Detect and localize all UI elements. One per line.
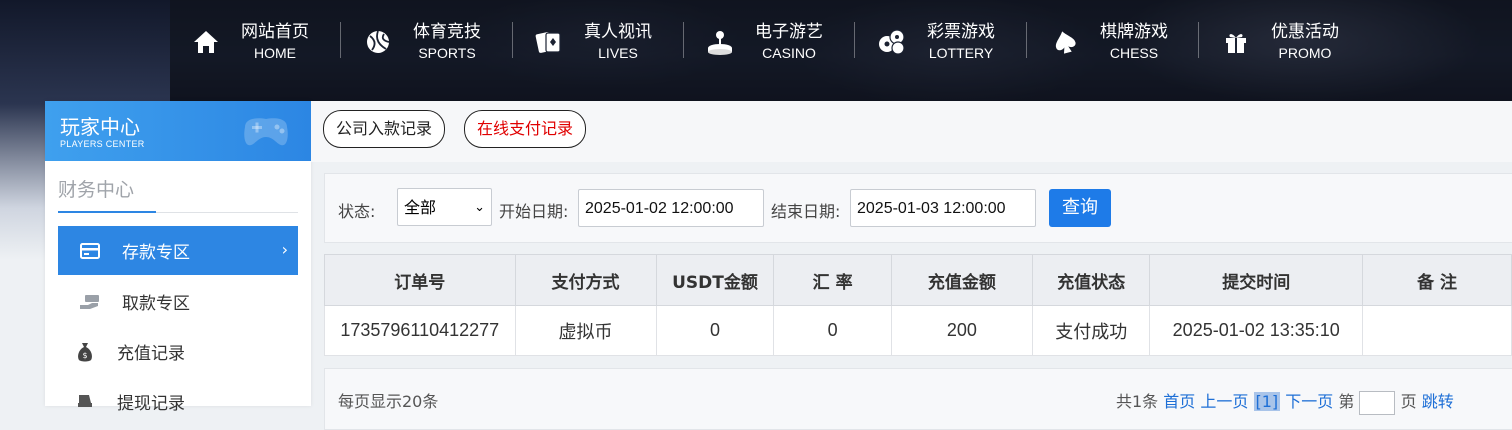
per-page-text: 每页显示20条 (338, 392, 439, 411)
remark-cell (1362, 305, 1512, 356)
nav-item-chess[interactable]: 棋牌游戏 CHESS (1050, 18, 1168, 66)
first-page-link[interactable]: 首页 (1163, 392, 1195, 411)
nav-sublabel: PROMO (1278, 45, 1332, 61)
payment-method-cell: 虚拟币 (514, 305, 657, 356)
sidebar-item-deposit[interactable]: 存款专区 › (58, 226, 298, 275)
total-count: 共1条 (1116, 392, 1159, 411)
withdraw-icon (73, 390, 97, 414)
sidebar: 玩家中心 PLAYERS CENTER 财务中心 存款专区 › 取款专区 $ 充… (45, 101, 311, 414)
sidebar-header: 玩家中心 PLAYERS CENTER (45, 101, 311, 161)
column-header: 订单号 (324, 254, 516, 306)
spade-icon (1050, 27, 1080, 57)
start-date-input[interactable]: 2025-01-02 12:00:00 (578, 189, 764, 227)
nav-label: 网站首页 (241, 22, 309, 42)
pagination: 共1条 首页 上一页 [1] 下一页 第 页 跳转 (1116, 388, 1454, 415)
nav-item-promo[interactable]: 优惠活动 PROMO (1221, 18, 1339, 66)
sidebar-item-recharge-records[interactable]: $ 充值记录 (58, 327, 298, 376)
sidebar-section-title: 财务中心 (58, 179, 135, 201)
nav-sublabel: LIVES (598, 45, 638, 61)
column-header: 支付方式 (514, 254, 657, 306)
nav-divider (512, 22, 513, 58)
recharge-status-cell: 支付成功 (1032, 305, 1151, 356)
start-date-label: 开始日期: (499, 202, 569, 221)
sidebar-item-label: 充值记录 (117, 344, 185, 364)
jump-link[interactable]: 跳转 (1422, 392, 1454, 411)
goto-suffix: 页 (1400, 392, 1417, 411)
sidebar-item-label: 存款专区 (122, 243, 190, 263)
nav-divider (1026, 22, 1027, 58)
nav-item-sports[interactable]: 体育竞技 SPORTS (363, 18, 481, 66)
goto-prefix: 第 (1338, 392, 1355, 411)
prev-page-link[interactable]: 上一页 (1200, 392, 1248, 411)
table-row: 1735796110412277 虚拟币 0 0 200 支付成功 2025-0… (324, 305, 1512, 356)
records-table: 订单号 支付方式 USDT金额 汇 率 充值金额 充值状态 提交时间 备 注 1… (324, 254, 1512, 356)
sidebar-title: 玩家中心 (60, 115, 140, 139)
status-select[interactable]: 全部 ⌄ (397, 188, 492, 226)
nav-sublabel: CHESS (1109, 45, 1159, 61)
sidebar-subtitle: PLAYERS CENTER (60, 139, 145, 149)
money-bag-icon: $ (73, 340, 97, 364)
section-underline (58, 211, 156, 213)
submit-time-cell: 2025-01-02 13:35:10 (1149, 305, 1364, 356)
gamepad-icon (235, 107, 297, 159)
nav-label: 棋牌游戏 (1100, 22, 1168, 42)
nav-item-casino[interactable]: 电子游艺 CASINO (705, 18, 823, 66)
table-header-row: 订单号 支付方式 USDT金额 汇 率 充值金额 充值状态 提交时间 备 注 (324, 254, 1512, 306)
page-number-input[interactable] (1359, 390, 1396, 415)
nav-label: 体育竞技 (413, 22, 481, 42)
lottery-balls-icon (877, 27, 907, 57)
sidebar-item-withdraw[interactable]: 取款专区 (58, 277, 298, 326)
cash-hand-icon (78, 290, 102, 314)
ball-icon (363, 27, 393, 57)
current-page: [1] (1253, 392, 1281, 411)
nav-item-home[interactable]: 网站首页 HOME (191, 18, 309, 66)
column-header: 汇 率 (773, 254, 892, 306)
svg-text:$: $ (82, 351, 87, 360)
wallet-icon (78, 239, 102, 263)
chevron-right-icon: › (281, 240, 288, 259)
nav-label: 彩票游戏 (927, 22, 995, 42)
end-date-input[interactable]: 2025-01-03 12:00:00 (850, 189, 1036, 227)
nav-divider (854, 22, 855, 58)
nav-divider (1198, 22, 1199, 58)
nav-sublabel: LOTTERY (928, 45, 994, 61)
exchange-rate-cell: 0 (773, 305, 892, 356)
sidebar-item-label: 提现记录 (117, 394, 185, 414)
tab-online-payment-records[interactable]: 在线支付记录 (464, 110, 587, 148)
nav-item-lottery[interactable]: 彩票游戏 LOTTERY (877, 18, 995, 66)
tab-company-deposit-records[interactable]: 公司入款记录 (323, 110, 446, 148)
recharge-amount-cell: 200 (890, 305, 1034, 356)
nav-divider (683, 22, 684, 58)
order-number-cell: 1735796110412277 (324, 305, 516, 356)
cards-icon (534, 27, 564, 57)
sidebar-item-withdraw-records[interactable]: 提现记录 (58, 377, 298, 426)
usdt-amount-cell: 0 (655, 305, 775, 356)
status-label: 状态: (338, 202, 376, 221)
query-button[interactable]: 查询 (1049, 189, 1111, 227)
nav-sublabel: HOME (254, 45, 296, 61)
status-select-value: 全部 (404, 198, 437, 217)
nav-sublabel: CASINO (762, 45, 816, 61)
joystick-icon (705, 27, 735, 57)
end-date-label: 结束日期: (771, 202, 841, 221)
nav-sublabel: SPORTS (418, 45, 476, 61)
nav-label: 电子游艺 (755, 22, 823, 42)
column-header: 备 注 (1362, 254, 1512, 306)
nav-item-lives[interactable]: 真人视讯 LIVES (534, 18, 652, 66)
home-icon (191, 27, 221, 57)
column-header: 充值金额 (890, 254, 1034, 306)
chevron-down-icon: ⌄ (474, 200, 485, 215)
main-nav: 网站首页 HOME 体育竞技 SPORTS 真人视讯 LIVES 电子游艺 CASINO… (170, 0, 1512, 101)
nav-label: 优惠活动 (1271, 22, 1339, 42)
sidebar-item-label: 取款专区 (122, 294, 190, 314)
column-header: USDT金额 (655, 254, 775, 306)
column-header: 充值状态 (1032, 254, 1151, 306)
nav-label: 真人视讯 (584, 22, 652, 42)
gift-icon (1221, 27, 1251, 57)
column-header: 提交时间 (1149, 254, 1364, 306)
next-page-link[interactable]: 下一页 (1285, 392, 1333, 411)
nav-divider (340, 22, 341, 58)
